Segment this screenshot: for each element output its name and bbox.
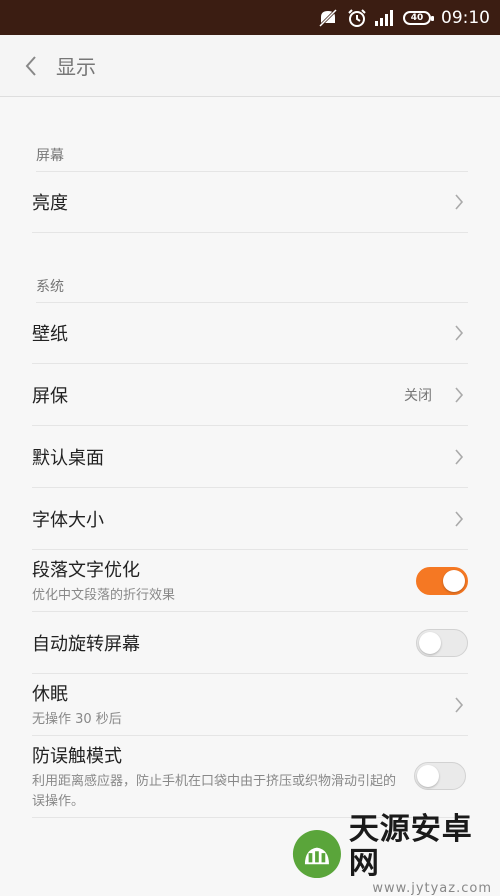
sleep-item[interactable]: 休眠 无操作 30 秒后: [32, 674, 468, 736]
status-bar: 40 09:10: [0, 0, 500, 35]
toggle-knob: [417, 765, 439, 787]
pocket-mode-desc: 利用距离感应器，防止手机在口袋中由于挤压或织物滑动引起的误操作。: [32, 773, 397, 809]
default-launcher-label: 默认桌面: [32, 447, 104, 469]
brightness-label: 亮度: [32, 193, 68, 214]
back-button[interactable]: [6, 35, 56, 97]
chevron-right-icon: [452, 385, 466, 405]
signal-icon: [375, 9, 395, 26]
status-time: 09:10: [441, 7, 490, 28]
chevron-right-icon: [452, 695, 466, 715]
section-title-system: 系统: [36, 272, 468, 303]
font-size-item[interactable]: 字体大小: [32, 488, 468, 550]
paragraph-optimize-toggle[interactable]: [416, 566, 468, 595]
chevron-right-icon: [452, 447, 466, 467]
pocket-mode-toggle[interactable]: [414, 762, 466, 790]
notification-muted-icon: [317, 8, 339, 28]
chevron-right-icon: [452, 323, 466, 343]
settings-list: 屏幕 亮度 系统 壁纸 屏保 关闭 默认桌面 字体大小 段落文字优化 优化中文段…: [32, 97, 468, 818]
toggle-knob: [419, 631, 441, 654]
pocket-mode-label: 防误触模式: [32, 745, 122, 767]
default-launcher-item[interactable]: 默认桌面: [32, 426, 468, 488]
auto-rotate-label: 自动旋转屏幕: [32, 633, 140, 655]
chevron-right-icon: [452, 192, 466, 212]
paragraph-optimize-label: 段落文字优化: [32, 559, 140, 581]
watermark-logo-icon: [292, 829, 341, 878]
screensaver-value: 关闭: [404, 387, 432, 404]
watermark-url: www.jytyaz.com: [372, 880, 492, 896]
paragraph-optimize-desc: 优化中文段落的折行效果: [32, 587, 176, 603]
alarm-icon: [347, 8, 367, 28]
wallpaper-label: 壁纸: [32, 324, 68, 345]
sleep-label: 休眠: [32, 683, 68, 705]
brightness-item[interactable]: 亮度: [32, 172, 468, 233]
font-size-label: 字体大小: [32, 509, 104, 531]
sleep-desc: 无操作 30 秒后: [32, 711, 122, 727]
watermark-name: 天源安卓网: [348, 811, 473, 881]
chevron-right-icon: [452, 509, 466, 529]
wallpaper-item[interactable]: 壁纸: [32, 303, 468, 364]
page-title: 显示: [56, 55, 96, 79]
paragraph-optimize-item: 段落文字优化 优化中文段落的折行效果: [32, 550, 468, 612]
auto-rotate-item: 自动旋转屏幕: [32, 612, 468, 674]
screensaver-item[interactable]: 屏保 关闭: [32, 364, 468, 426]
screensaver-label: 屏保: [32, 385, 68, 407]
watermark: 天源安卓网 www.jytyaz.com: [292, 812, 492, 896]
section-title-screen: 屏幕: [36, 141, 468, 172]
header: 显示: [0, 35, 500, 97]
chevron-left-icon: [25, 55, 36, 76]
auto-rotate-toggle[interactable]: [416, 628, 468, 657]
battery-icon: 40: [403, 10, 434, 25]
pocket-mode-item: 防误触模式 利用距离感应器，防止手机在口袋中由于挤压或织物滑动引起的误操作。: [32, 736, 468, 818]
toggle-knob: [443, 569, 465, 592]
